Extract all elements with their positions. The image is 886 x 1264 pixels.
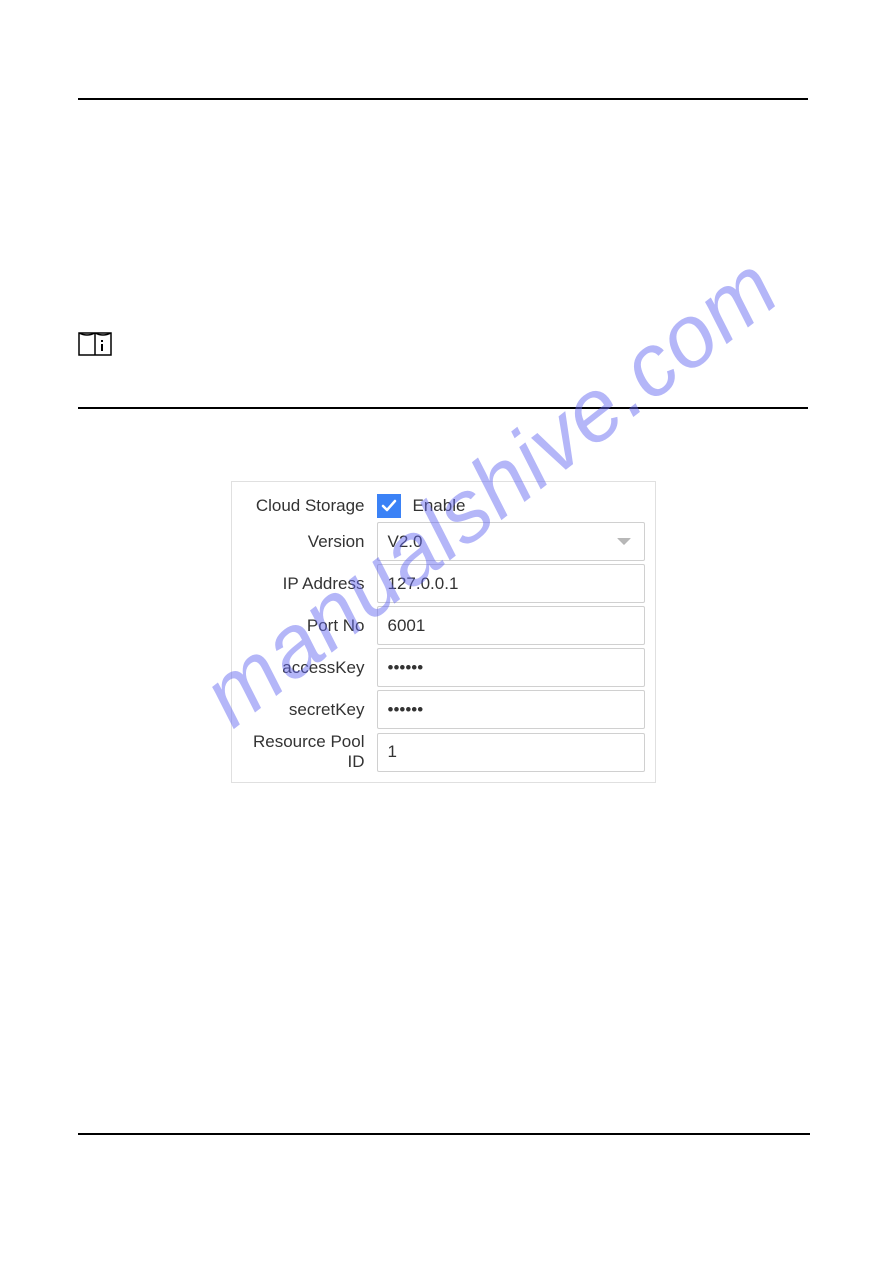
access-key-label: accessKey xyxy=(242,658,377,678)
version-row: Version V2.0 xyxy=(242,522,645,561)
top-divider xyxy=(78,98,808,100)
enable-checkbox[interactable] xyxy=(377,494,401,518)
info-icon-container xyxy=(78,332,808,361)
ip-address-row: IP Address xyxy=(242,564,645,603)
resource-pool-row: Resource Pool ID xyxy=(242,732,645,772)
secret-key-label: secretKey xyxy=(242,700,377,720)
access-key-input[interactable] xyxy=(377,648,645,687)
ip-address-input[interactable] xyxy=(377,564,645,603)
enable-checkbox-group: Enable xyxy=(377,494,645,518)
version-select[interactable]: V2.0 xyxy=(377,522,645,561)
mid-divider xyxy=(78,407,808,409)
resource-pool-label: Resource Pool ID xyxy=(242,732,377,772)
resource-pool-input[interactable] xyxy=(377,733,645,772)
port-no-row: Port No xyxy=(242,606,645,645)
version-select-wrap: V2.0 xyxy=(377,522,645,561)
enable-label: Enable xyxy=(413,496,466,516)
access-key-row: accessKey xyxy=(242,648,645,687)
page-content: Cloud Storage Enable Version V2.0 xyxy=(0,0,886,823)
checkmark-icon xyxy=(381,498,397,514)
port-no-label: Port No xyxy=(242,616,377,636)
cloud-storage-form: Cloud Storage Enable Version V2.0 xyxy=(231,481,656,783)
cloud-storage-row: Cloud Storage Enable xyxy=(242,494,645,518)
secret-key-input[interactable] xyxy=(377,690,645,729)
port-no-input[interactable] xyxy=(377,606,645,645)
version-label: Version xyxy=(242,532,377,552)
info-book-icon xyxy=(78,332,112,356)
secret-key-row: secretKey xyxy=(242,690,645,729)
bottom-divider xyxy=(78,1133,810,1135)
cloud-storage-label: Cloud Storage xyxy=(242,496,377,516)
ip-address-label: IP Address xyxy=(242,574,377,594)
